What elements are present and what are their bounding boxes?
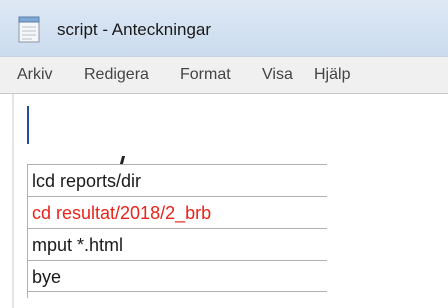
notepad-icon: [18, 16, 40, 43]
table-row: lcd reports/dir: [27, 164, 327, 196]
menu-item-arkiv[interactable]: Arkiv: [17, 66, 53, 84]
line-text: lcd reports/dir: [32, 171, 142, 191]
text-caret: [27, 106, 29, 144]
menu-item-redigera[interactable]: Redigera: [84, 66, 149, 84]
table-left-border: [27, 164, 28, 298]
line-text: bye: [32, 267, 62, 287]
menu-item-format[interactable]: Format: [180, 66, 231, 84]
table-row: cd resultat/2018/2_brb: [27, 196, 327, 228]
table-row: bye: [27, 260, 327, 292]
menu-item-hjalp[interactable]: Hjälp: [314, 66, 350, 84]
line-text: cd resultat/2018/2_brb: [32, 203, 212, 223]
menu-item-visa[interactable]: Visa: [262, 66, 293, 84]
window-title: script - Anteckningar: [57, 20, 212, 39]
table-row: mput *.html: [27, 228, 327, 260]
menu-bar: Arkiv Redigera Format Visa Hjälp: [0, 56, 448, 94]
pasted-text-table: lcd reports/dir cd resultat/2018/2_brb m…: [27, 164, 327, 292]
title-bar: script - Anteckningar: [0, 0, 448, 56]
line-text: mput *.html: [32, 235, 124, 255]
